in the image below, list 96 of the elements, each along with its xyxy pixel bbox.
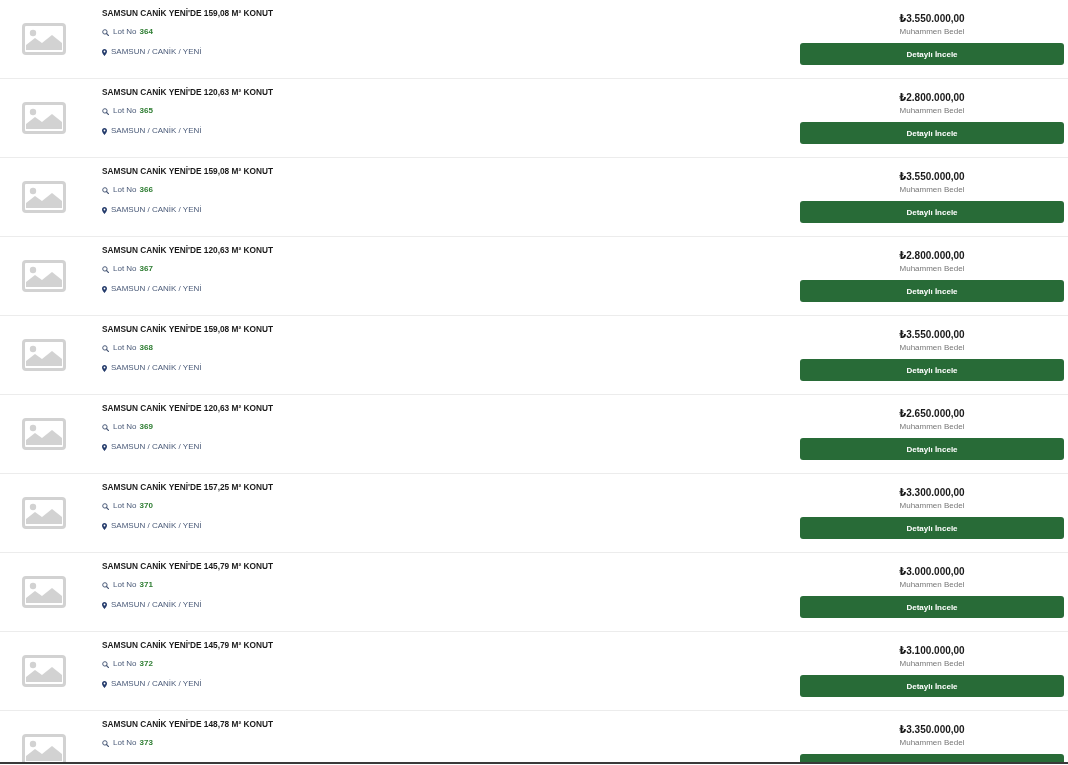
- search-icon: [102, 739, 109, 747]
- location-text: SAMSUN / CANİK / YENİ: [111, 520, 202, 532]
- listing-title: SAMSUN CANİK YENİ'DE 145,79 M² KONUT: [102, 639, 273, 651]
- location-pin-icon: [102, 601, 107, 609]
- image-icon: [22, 576, 66, 608]
- search-icon: [102, 107, 109, 115]
- listing-title: SAMSUN CANİK YENİ'DE 120,63 M² KONUT: [102, 86, 273, 98]
- lot-label: Lot No: [113, 184, 137, 196]
- lot-number: 366: [139, 184, 153, 196]
- price-label: Muhammen Bedel: [899, 422, 965, 432]
- location-text: SAMSUN / CANİK / YENİ: [111, 204, 202, 216]
- details-button[interactable]: Detaylı İncele: [800, 201, 1064, 223]
- listing-title: SAMSUN CANİK YENİ'DE 120,63 M² KONUT: [102, 244, 273, 256]
- details-button[interactable]: Detaylı İncele: [800, 359, 1064, 381]
- location-pin-icon: [102, 680, 107, 688]
- price-label: Muhammen Bedel: [899, 659, 965, 669]
- price-text: ₺3.550.000,00: [899, 170, 965, 183]
- listing-title: SAMSUN CANİK YENİ'DE 159,08 M² KONUT: [102, 165, 273, 177]
- listing-title: SAMSUN CANİK YENİ'DE 120,63 M² KONUT: [102, 402, 273, 414]
- details-button[interactable]: Detaylı İncele: [800, 517, 1064, 539]
- image-icon: [22, 260, 66, 292]
- location-text: SAMSUN / CANİK / YENİ: [111, 678, 202, 690]
- search-icon: [102, 502, 109, 510]
- price-label: Muhammen Bedel: [899, 27, 965, 37]
- price-label: Muhammen Bedel: [899, 501, 965, 511]
- location-text: SAMSUN / CANİK / YENİ: [111, 283, 202, 295]
- image-icon: [22, 339, 66, 371]
- price-label: Muhammen Bedel: [899, 264, 965, 274]
- location-pin-icon: [102, 206, 107, 214]
- price-label: Muhammen Bedel: [899, 343, 965, 353]
- price-text: ₺2.800.000,00: [899, 91, 965, 104]
- listing-title: SAMSUN CANİK YENİ'DE 157,25 M² KONUT: [102, 481, 273, 493]
- details-button[interactable]: Detaylı İncele: [800, 675, 1064, 697]
- lot-label: Lot No: [113, 579, 137, 591]
- lot-number: 372: [139, 658, 153, 670]
- search-icon: [102, 423, 109, 431]
- price-text: ₺3.350.000,00: [899, 723, 965, 736]
- location-pin-icon: [102, 127, 107, 135]
- price-text: ₺3.300.000,00: [899, 486, 965, 499]
- lot-number: 370: [139, 500, 153, 512]
- price-text: ₺3.550.000,00: [899, 328, 965, 341]
- image-icon: [22, 23, 66, 55]
- details-button[interactable]: Detaylı İncele: [800, 43, 1064, 65]
- lot-number: 365: [139, 105, 153, 117]
- details-button[interactable]: Detaylı İncele: [800, 596, 1064, 618]
- image-icon: [22, 418, 66, 450]
- listing-title: SAMSUN CANİK YENİ'DE 159,08 M² KONUT: [102, 7, 273, 19]
- search-icon: [102, 581, 109, 589]
- image-icon: [22, 102, 66, 134]
- lot-label: Lot No: [113, 263, 137, 275]
- lot-label: Lot No: [113, 658, 137, 670]
- price-label: Muhammen Bedel: [899, 106, 965, 116]
- price-text: ₺2.650.000,00: [899, 407, 965, 420]
- price-label: Muhammen Bedel: [899, 185, 965, 195]
- lot-label: Lot No: [113, 26, 137, 38]
- details-button[interactable]: Detaylı İncele: [800, 280, 1064, 302]
- image-icon: [22, 497, 66, 529]
- location-pin-icon: [102, 48, 107, 56]
- location-pin-icon: [102, 364, 107, 372]
- price-label: Muhammen Bedel: [899, 580, 965, 590]
- listing-title: SAMSUN CANİK YENİ'DE 159,08 M² KONUT: [102, 323, 273, 335]
- location-text: SAMSUN / CANİK / YENİ: [111, 599, 202, 611]
- search-icon: [102, 344, 109, 352]
- lot-number: 373: [139, 737, 153, 749]
- details-button[interactable]: Detaylı İncele: [800, 122, 1064, 144]
- lot-label: Lot No: [113, 500, 137, 512]
- location-text: SAMSUN / CANİK / YENİ: [111, 46, 202, 58]
- price-text: ₺2.800.000,00: [899, 249, 965, 262]
- price-text: ₺3.000.000,00: [899, 565, 965, 578]
- image-icon: [22, 181, 66, 213]
- location-text: SAMSUN / CANİK / YENİ: [111, 125, 202, 137]
- price-text: ₺3.100.000,00: [899, 644, 965, 657]
- location-pin-icon: [102, 285, 107, 293]
- lot-label: Lot No: [113, 105, 137, 117]
- price-text: ₺3.550.000,00: [899, 12, 965, 25]
- location-text: SAMSUN / CANİK / YENİ: [111, 441, 202, 453]
- lot-label: Lot No: [113, 737, 137, 749]
- search-icon: [102, 186, 109, 194]
- listing-title: SAMSUN CANİK YENİ'DE 148,78 M² KONUT: [102, 718, 273, 730]
- location-pin-icon: [102, 443, 107, 451]
- lot-number: 364: [139, 26, 153, 38]
- location-text: SAMSUN / CANİK / YENİ: [111, 362, 202, 374]
- lot-label: Lot No: [113, 421, 137, 433]
- image-icon: [22, 655, 66, 687]
- lot-label: Lot No: [113, 342, 137, 354]
- price-label: Muhammen Bedel: [899, 738, 965, 748]
- details-button[interactable]: Detaylı İncele: [800, 438, 1064, 460]
- location-pin-icon: [102, 522, 107, 530]
- lot-number: 367: [139, 263, 153, 275]
- listing-title: SAMSUN CANİK YENİ'DE 145,79 M² KONUT: [102, 560, 273, 572]
- lot-number: 368: [139, 342, 153, 354]
- search-icon: [102, 265, 109, 273]
- lot-number: 369: [139, 421, 153, 433]
- lot-number: 371: [139, 579, 153, 591]
- search-icon: [102, 28, 109, 36]
- search-icon: [102, 660, 109, 668]
